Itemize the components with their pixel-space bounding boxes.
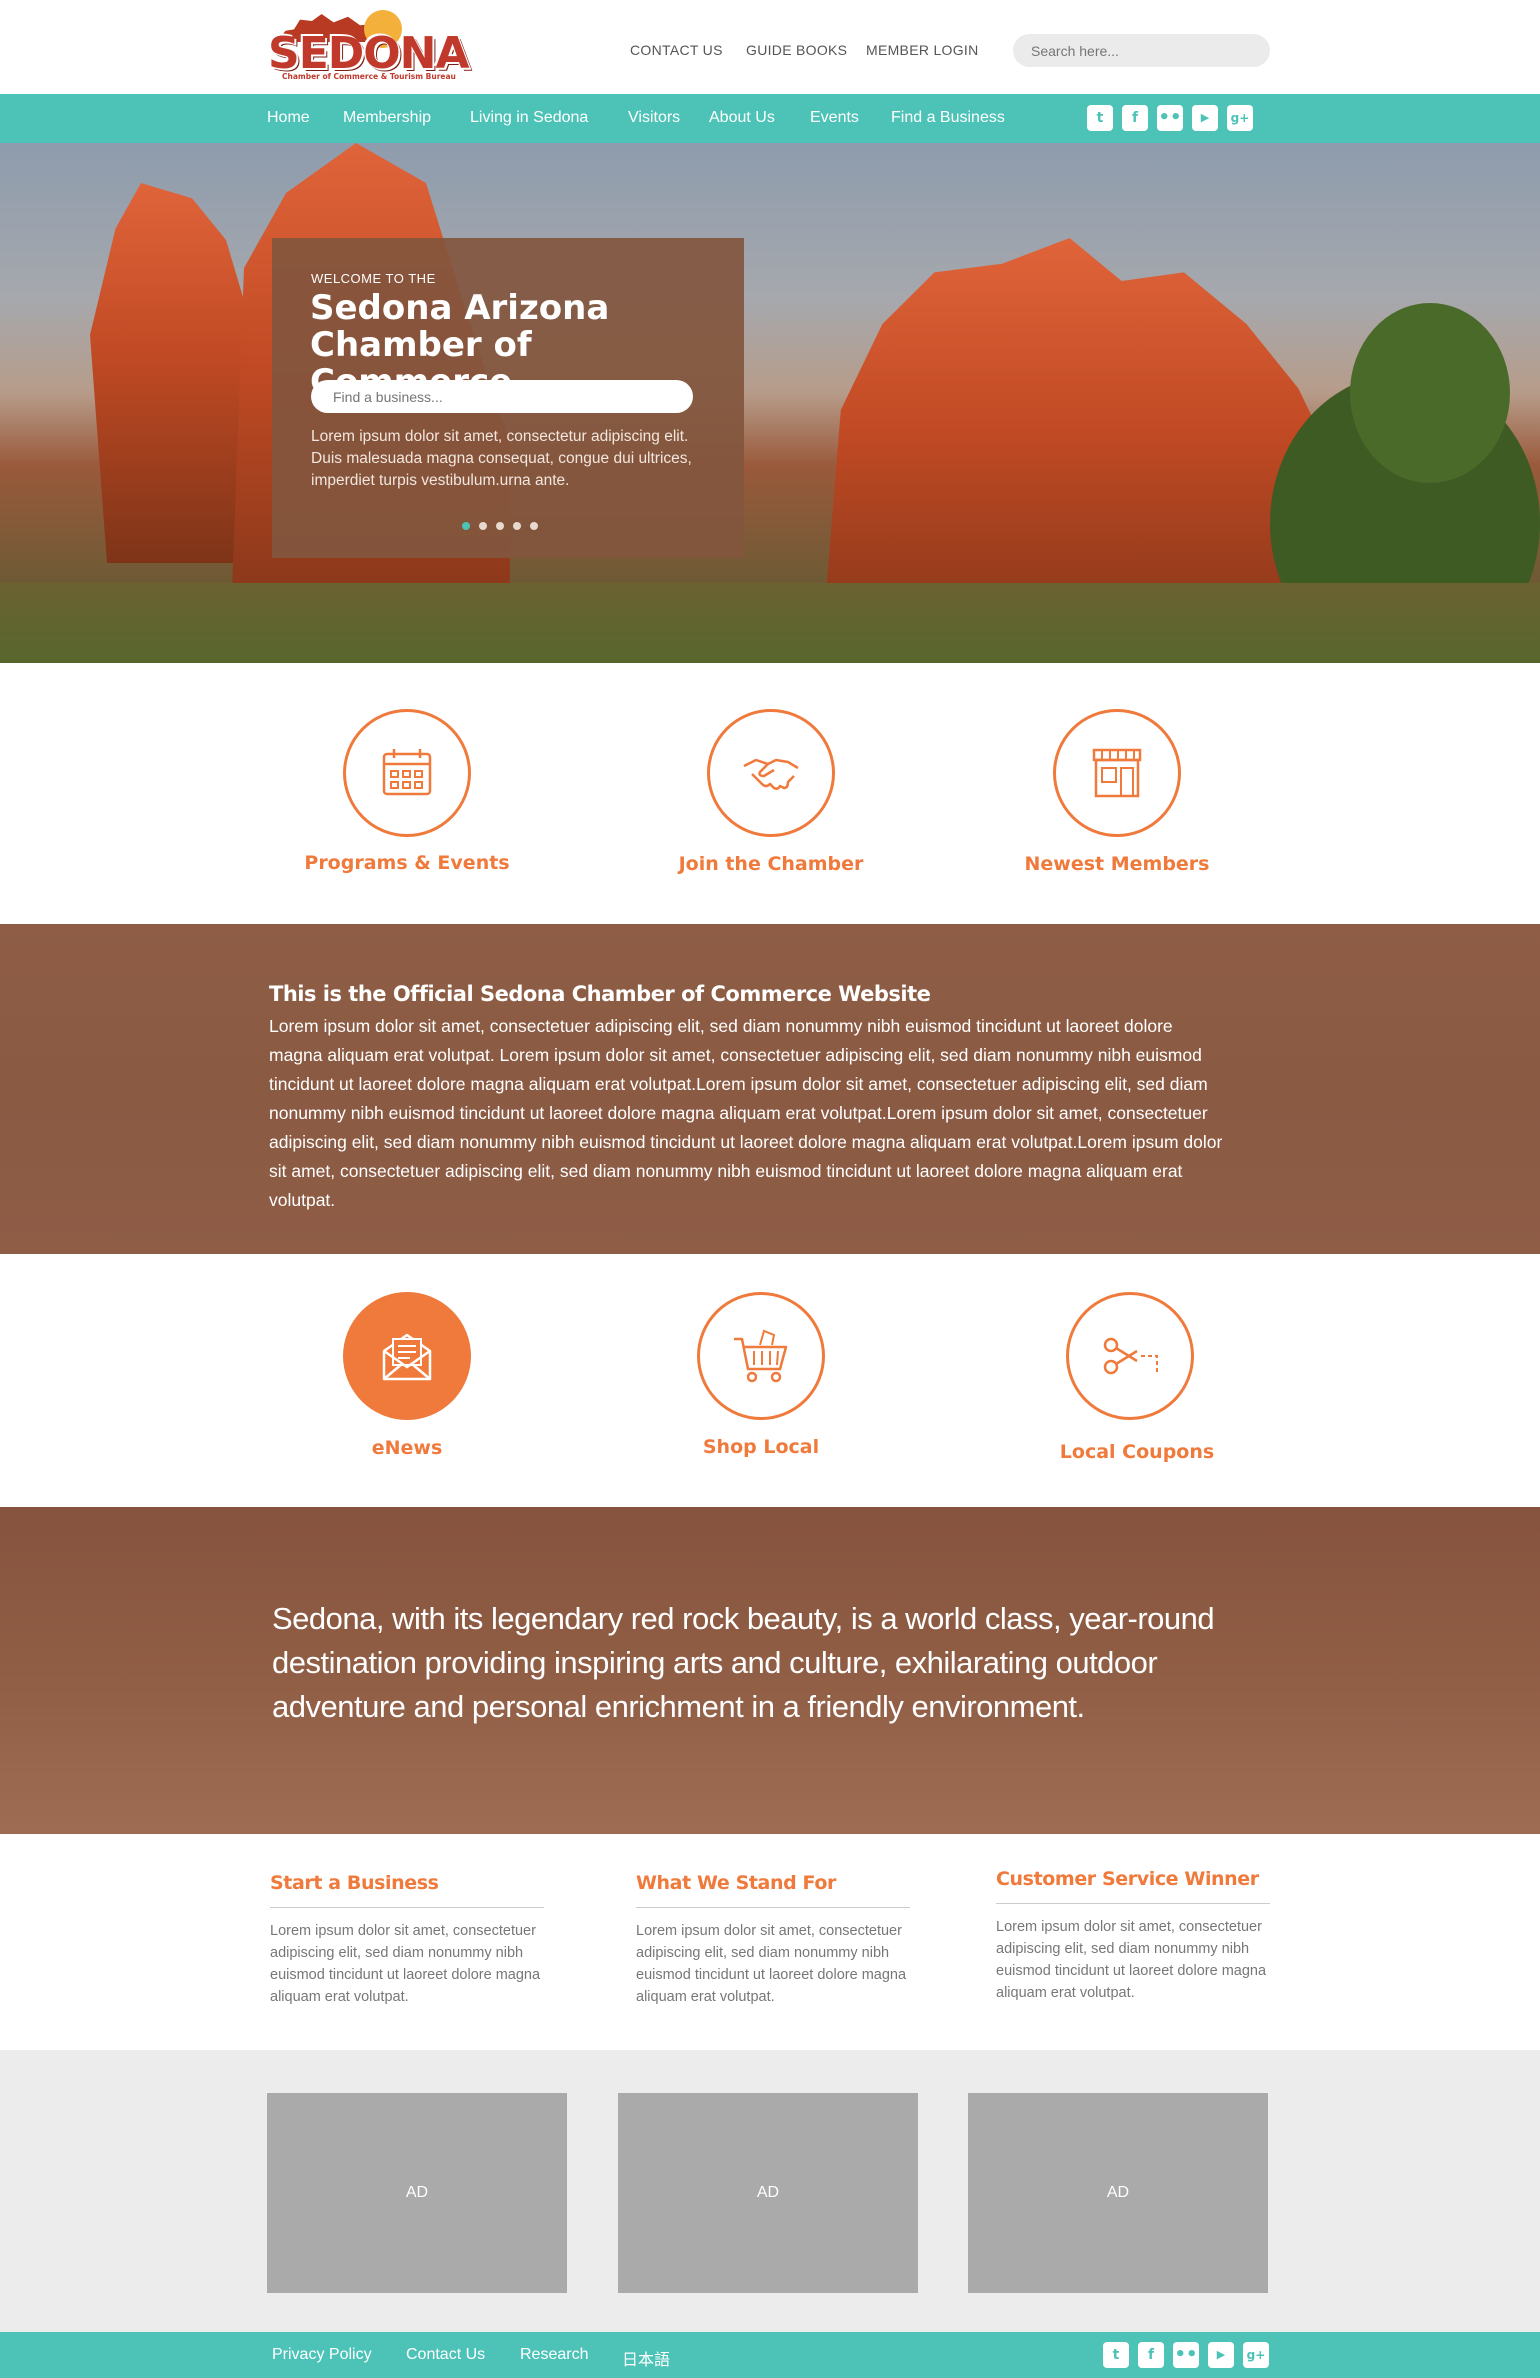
ad-slot-3[interactable]: AD <box>968 2093 1268 2293</box>
enews-button[interactable] <box>343 1292 471 1420</box>
ad-slot-1[interactable]: AD <box>267 2093 567 2293</box>
nav-item-visitors[interactable]: Visitors <box>628 109 680 127</box>
site-footer: Privacy Policy Contact Us Research 日本語 t… <box>0 2332 1540 2378</box>
tree-foliage <box>1350 303 1510 483</box>
hero-welcome-panel: WELCOME TO THE Sedona Arizona Chamber of… <box>272 238 744 558</box>
tagline-text: Sedona, with its legendary red rock beau… <box>272 1601 1215 1724</box>
about-text: Lorem ipsum dolor sit amet, consectetuer… <box>269 1016 1223 1210</box>
facebook-icon[interactable]: f <box>1138 2342 1164 2368</box>
shop-local-button[interactable] <box>697 1292 825 1420</box>
site-search-input[interactable] <box>1013 34 1270 67</box>
footer-link-research[interactable]: Research <box>520 2346 588 2364</box>
ground-vegetation <box>0 583 1540 663</box>
red-rock-formation-left <box>90 183 260 563</box>
find-business-input[interactable] <box>311 380 693 413</box>
customer-service-winner-text: Lorem ipsum dolor sit amet, consectetuer… <box>996 1919 1267 2001</box>
features-row-primary: Programs & Events Join the Chamber Newes… <box>0 663 1540 924</box>
hero-welcome-text: WELCOME TO THE <box>311 271 436 286</box>
column-divider <box>636 1907 910 1908</box>
about-section: This is the Official Sedona Chamber of C… <box>0 924 1540 1254</box>
ad-slot-2[interactable]: AD <box>618 2093 918 2293</box>
info-columns: Start a Business Lorem ipsum dolor sit a… <box>0 1834 1540 2050</box>
twitter-icon[interactable]: t <box>1103 2342 1129 2368</box>
top-link-member-login[interactable]: MEMBER LOGIN <box>866 42 979 58</box>
calendar-icon <box>382 749 432 796</box>
slide-dot[interactable] <box>496 522 504 530</box>
youtube-icon[interactable]: ▶ <box>1208 2342 1234 2368</box>
hero-banner: WELCOME TO THE Sedona Arizona Chamber of… <box>0 143 1540 663</box>
sedona-logo[interactable]: SEDONA Chamber of Commerce & Tourism Bur… <box>268 10 470 88</box>
newest-members-label[interactable]: Newest Members <box>977 853 1257 875</box>
top-link-guide-books[interactable]: GUIDE BOOKS <box>746 42 847 58</box>
envelope-icon <box>382 1333 432 1381</box>
scissors-icon <box>1103 1337 1158 1375</box>
local-coupons-button[interactable] <box>1066 1292 1194 1420</box>
flickr-icon[interactable]: •• <box>1157 105 1183 131</box>
slide-dot[interactable] <box>479 522 487 530</box>
footer-link-japanese[interactable]: 日本語 <box>622 2346 670 2370</box>
logo-subtitle: Chamber of Commerce & Tourism Bureau <box>282 72 456 81</box>
about-title: This is the Official Sedona Chamber of C… <box>269 982 931 1006</box>
handshake-icon <box>743 758 799 790</box>
storefront-icon <box>1092 748 1142 798</box>
slide-dot[interactable] <box>513 522 521 530</box>
nav-item-find-a-business[interactable]: Find a Business <box>891 109 1005 127</box>
programs-events-label[interactable]: Programs & Events <box>267 852 547 874</box>
flickr-icon[interactable]: •• <box>1173 2342 1199 2368</box>
shop-local-label[interactable]: Shop Local <box>621 1436 901 1458</box>
local-coupons-label[interactable]: Local Coupons <box>997 1441 1277 1463</box>
footer-link-privacy-policy[interactable]: Privacy Policy <box>272 2346 372 2364</box>
features-row-secondary: eNews Shop Local Local Coupons <box>0 1254 1540 1507</box>
nav-item-about-us[interactable]: About Us <box>709 109 775 127</box>
ads-section: AD AD AD <box>0 2050 1540 2332</box>
footer-link-contact-us[interactable]: Contact Us <box>406 2346 485 2364</box>
site-header: SEDONA Chamber of Commerce & Tourism Bur… <box>0 0 1540 94</box>
google-plus-icon[interactable]: g+ <box>1227 105 1253 131</box>
google-plus-icon[interactable]: g+ <box>1243 2342 1269 2368</box>
facebook-icon[interactable]: f <box>1122 105 1148 131</box>
slide-dot-active[interactable] <box>462 522 470 530</box>
youtube-icon[interactable]: ▶ <box>1192 105 1218 131</box>
column-divider <box>270 1907 544 1908</box>
slide-dot[interactable] <box>530 522 538 530</box>
start-business-title[interactable]: Start a Business <box>270 1872 439 1894</box>
nav-item-living-in-sedona[interactable]: Living in Sedona <box>470 109 588 127</box>
column-divider <box>996 1903 1270 1904</box>
nav-item-events[interactable]: Events <box>810 109 859 127</box>
what-we-stand-for-text: Lorem ipsum dolor sit amet, consectetuer… <box>636 1923 907 2005</box>
programs-events-button[interactable] <box>343 709 471 837</box>
start-business-text: Lorem ipsum dolor sit amet, consectetuer… <box>270 1923 541 2005</box>
twitter-icon[interactable]: t <box>1087 105 1113 131</box>
nav-item-home[interactable]: Home <box>267 109 310 127</box>
main-nav: Home Membership Living in Sedona Visitor… <box>0 94 1540 143</box>
what-we-stand-for-title[interactable]: What We Stand For <box>636 1872 836 1894</box>
top-link-contact-us[interactable]: CONTACT US <box>630 42 723 58</box>
join-chamber-label[interactable]: Join the Chamber <box>631 853 911 875</box>
tagline-section: Sedona, with its legendary red rock beau… <box>0 1507 1540 1834</box>
join-chamber-button[interactable] <box>707 709 835 837</box>
hero-description: Lorem ipsum dolor sit amet, consectetur … <box>311 428 692 489</box>
shopping-cart-icon <box>734 1329 788 1383</box>
enews-label[interactable]: eNews <box>267 1437 547 1459</box>
customer-service-winner-title[interactable]: Customer Service Winner <box>996 1868 1259 1890</box>
nav-item-membership[interactable]: Membership <box>343 109 431 127</box>
newest-members-button[interactable] <box>1053 709 1181 837</box>
